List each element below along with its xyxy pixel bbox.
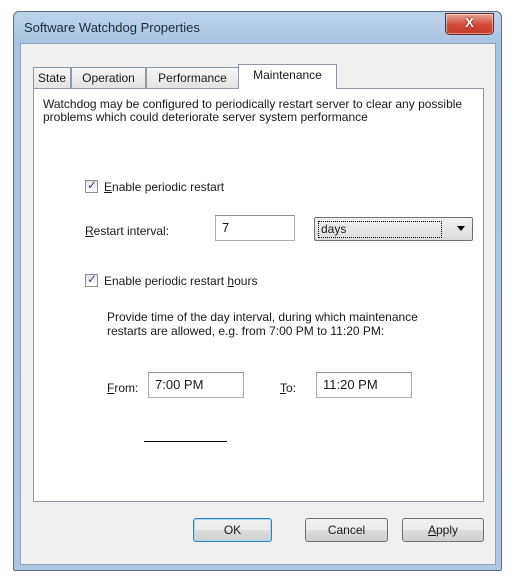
tab-maintenance[interactable]: Maintenance bbox=[238, 64, 337, 89]
to-label: To: bbox=[280, 381, 297, 395]
cancel-button[interactable]: Cancel bbox=[305, 518, 388, 542]
check-icon: ✓ bbox=[87, 178, 98, 192]
restart-interval-label: Restart interval: bbox=[85, 224, 170, 238]
restart-interval-unit-value: days bbox=[318, 221, 442, 238]
chevron-down-icon bbox=[457, 226, 465, 231]
ok-button[interactable]: OK bbox=[193, 518, 272, 542]
tab-operation[interactable]: Operation bbox=[71, 67, 146, 88]
tab-performance[interactable]: Performance bbox=[146, 67, 239, 88]
check-icon: ✓ bbox=[87, 272, 98, 286]
tab-label: Operation bbox=[82, 71, 135, 85]
tab-state[interactable]: State bbox=[33, 67, 71, 88]
tab-label: Performance bbox=[158, 71, 227, 85]
from-label: From: bbox=[107, 381, 139, 395]
apply-button[interactable]: Apply bbox=[402, 518, 484, 542]
enable-periodic-restart-label[interactable]: Enable periodic restart bbox=[104, 180, 224, 194]
dialog-client-area: State Operation Performance Maintenance … bbox=[20, 43, 496, 565]
enable-periodic-restart-hours-label[interactable]: Enable periodic restart hours bbox=[104, 274, 257, 288]
tab-label: State bbox=[37, 71, 67, 85]
enable-periodic-restart-checkbox[interactable]: ✓ bbox=[85, 178, 98, 193]
title-bar[interactable]: Software Watchdog Properties X bbox=[14, 12, 501, 43]
restart-interval-unit-select[interactable]: days bbox=[314, 217, 473, 241]
to-time-input[interactable]: 11:20 PM bbox=[316, 372, 412, 398]
maintenance-description: Watchdog may be configured to periodical… bbox=[43, 97, 463, 124]
maintenance-panel: Watchdog may be configured to periodical… bbox=[33, 88, 484, 502]
close-icon: X bbox=[465, 15, 474, 30]
restart-hours-description: Provide time of the day interval, during… bbox=[107, 310, 418, 338]
from-time-input[interactable]: 7:00 PM bbox=[148, 372, 244, 398]
divider-line bbox=[144, 441, 227, 442]
tab-label: Maintenance bbox=[253, 68, 322, 82]
close-button[interactable]: X bbox=[445, 13, 494, 35]
restart-interval-input[interactable]: 7 bbox=[215, 215, 295, 241]
enable-periodic-restart-hours-checkbox[interactable]: ✓ bbox=[85, 272, 98, 287]
properties-window: Software Watchdog Properties X State Ope… bbox=[13, 11, 502, 571]
window-title: Software Watchdog Properties bbox=[24, 20, 200, 35]
